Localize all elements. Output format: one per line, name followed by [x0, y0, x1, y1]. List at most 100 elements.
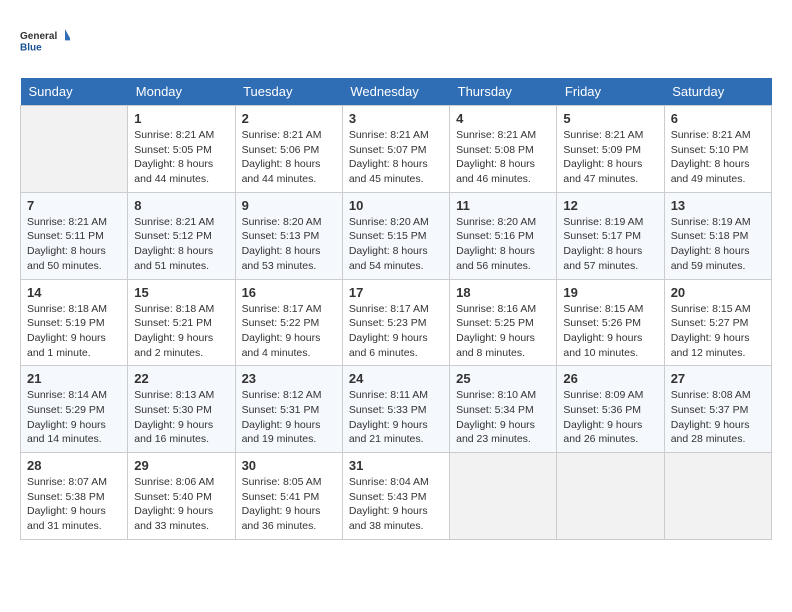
day-number: 28: [27, 458, 121, 473]
calendar-cell: [450, 453, 557, 540]
day-detail: Sunrise: 8:21 AMSunset: 5:08 PMDaylight:…: [456, 128, 550, 187]
day-number: 22: [134, 371, 228, 386]
calendar-cell: 4 Sunrise: 8:21 AMSunset: 5:08 PMDaylight…: [450, 106, 557, 193]
calendar-cell: [557, 453, 664, 540]
week-row-3: 14Sunrise: 8:18 AMSunset: 5:19 PMDayligh…: [21, 279, 772, 366]
calendar-cell: 11 Sunrise: 8:20 AMSunset: 5:16 PMDayligh…: [450, 192, 557, 279]
calendar-cell: 2 Sunrise: 8:21 AMSunset: 5:06 PMDaylight…: [235, 106, 342, 193]
calendar-cell: 15 Sunrise: 8:18 AMSunset: 5:21 PMDayligh…: [128, 279, 235, 366]
day-number: 21: [27, 371, 121, 386]
calendar-cell: 21 Sunrise: 8:14 AMSunset: 5:29 PMDayligh…: [21, 366, 128, 453]
day-detail: Sunrise: 8:08 AMSunset: 5:37 PMDaylight:…: [671, 388, 765, 447]
day-detail: Sunrise: 8:21 AMSunset: 5:06 PMDaylight:…: [242, 128, 336, 187]
header-friday: Friday: [557, 78, 664, 106]
calendar-cell: 8 Sunrise: 8:21 AMSunset: 5:12 PMDaylight…: [128, 192, 235, 279]
calendar-cell: 12 Sunrise: 8:19 AMSunset: 5:17 PMDayligh…: [557, 192, 664, 279]
day-number: 31: [349, 458, 443, 473]
header-row: SundayMondayTuesdayWednesdayThursdayFrid…: [21, 78, 772, 106]
calendar-cell: 19 Sunrise: 8:15 AMSunset: 5:26 PMDayligh…: [557, 279, 664, 366]
day-detail: Sunrise: 8:07 AMSunset: 5:38 PMDaylight:…: [27, 475, 121, 534]
calendar-cell: 27Sunrise: 8:08 AMSunset: 5:37 PMDayligh…: [664, 366, 771, 453]
day-number: 25: [456, 371, 550, 386]
day-detail: Sunrise: 8:04 AMSunset: 5:43 PMDaylight:…: [349, 475, 443, 534]
day-detail: Sunrise: 8:18 AMSunset: 5:21 PMDaylight:…: [134, 302, 228, 361]
calendar-cell: 29 Sunrise: 8:06 AMSunset: 5:40 PMDayligh…: [128, 453, 235, 540]
day-number: 15: [134, 285, 228, 300]
day-detail: Sunrise: 8:17 AMSunset: 5:22 PMDaylight:…: [242, 302, 336, 361]
calendar-cell: 16Sunrise: 8:17 AMSunset: 5:22 PMDayligh…: [235, 279, 342, 366]
page-header: General Blue: [20, 20, 772, 62]
week-row-4: 21 Sunrise: 8:14 AMSunset: 5:29 PMDayligh…: [21, 366, 772, 453]
calendar-cell: 23 Sunrise: 8:12 AMSunset: 5:31 PMDayligh…: [235, 366, 342, 453]
calendar-header: SundayMondayTuesdayWednesdayThursdayFrid…: [21, 78, 772, 106]
header-saturday: Saturday: [664, 78, 771, 106]
day-detail: Sunrise: 8:10 AMSunset: 5:34 PMDaylight:…: [456, 388, 550, 447]
week-row-2: 7Sunrise: 8:21 AMSunset: 5:11 PMDaylight…: [21, 192, 772, 279]
day-number: 4: [456, 111, 550, 126]
header-monday: Monday: [128, 78, 235, 106]
day-number: 30: [242, 458, 336, 473]
day-detail: Sunrise: 8:21 AMSunset: 5:09 PMDaylight:…: [563, 128, 657, 187]
calendar-table: SundayMondayTuesdayWednesdayThursdayFrid…: [20, 78, 772, 540]
day-number: 20: [671, 285, 765, 300]
day-detail: Sunrise: 8:11 AMSunset: 5:33 PMDaylight:…: [349, 388, 443, 447]
header-thursday: Thursday: [450, 78, 557, 106]
svg-text:General: General: [20, 31, 57, 42]
calendar-cell: 6Sunrise: 8:21 AMSunset: 5:10 PMDaylight…: [664, 106, 771, 193]
day-detail: Sunrise: 8:21 AMSunset: 5:05 PMDaylight:…: [134, 128, 228, 187]
week-row-1: 1 Sunrise: 8:21 AMSunset: 5:05 PMDaylight…: [21, 106, 772, 193]
header-tuesday: Tuesday: [235, 78, 342, 106]
header-wednesday: Wednesday: [342, 78, 449, 106]
calendar-body: 1 Sunrise: 8:21 AMSunset: 5:05 PMDaylight…: [21, 106, 772, 540]
day-detail: Sunrise: 8:19 AMSunset: 5:17 PMDaylight:…: [563, 215, 657, 274]
calendar-cell: [21, 106, 128, 193]
day-number: 9: [242, 198, 336, 213]
calendar-cell: 14Sunrise: 8:18 AMSunset: 5:19 PMDayligh…: [21, 279, 128, 366]
day-number: 18: [456, 285, 550, 300]
day-number: 6: [671, 111, 765, 126]
day-detail: Sunrise: 8:20 AMSunset: 5:16 PMDaylight:…: [456, 215, 550, 274]
day-number: 17: [349, 285, 443, 300]
day-detail: Sunrise: 8:12 AMSunset: 5:31 PMDaylight:…: [242, 388, 336, 447]
day-detail: Sunrise: 8:14 AMSunset: 5:29 PMDaylight:…: [27, 388, 121, 447]
day-number: 23: [242, 371, 336, 386]
day-detail: Sunrise: 8:21 AMSunset: 5:07 PMDaylight:…: [349, 128, 443, 187]
day-number: 13: [671, 198, 765, 213]
day-number: 5: [563, 111, 657, 126]
calendar-cell: 20 Sunrise: 8:15 AMSunset: 5:27 PMDayligh…: [664, 279, 771, 366]
day-detail: Sunrise: 8:21 AMSunset: 5:11 PMDaylight:…: [27, 215, 121, 274]
day-detail: Sunrise: 8:21 AMSunset: 5:12 PMDaylight:…: [134, 215, 228, 274]
calendar-cell: 26Sunrise: 8:09 AMSunset: 5:36 PMDayligh…: [557, 366, 664, 453]
day-detail: Sunrise: 8:06 AMSunset: 5:40 PMDaylight:…: [134, 475, 228, 534]
calendar-cell: 1 Sunrise: 8:21 AMSunset: 5:05 PMDaylight…: [128, 106, 235, 193]
day-detail: Sunrise: 8:09 AMSunset: 5:36 PMDaylight:…: [563, 388, 657, 447]
calendar-cell: 31 Sunrise: 8:04 AMSunset: 5:43 PMDayligh…: [342, 453, 449, 540]
day-detail: Sunrise: 8:15 AMSunset: 5:26 PMDaylight:…: [563, 302, 657, 361]
day-number: 29: [134, 458, 228, 473]
calendar-cell: 24Sunrise: 8:11 AMSunset: 5:33 PMDayligh…: [342, 366, 449, 453]
logo: General Blue: [20, 20, 70, 62]
calendar-cell: 5 Sunrise: 8:21 AMSunset: 5:09 PMDaylight…: [557, 106, 664, 193]
day-number: 2: [242, 111, 336, 126]
day-number: 8: [134, 198, 228, 213]
day-number: 14: [27, 285, 121, 300]
day-number: 12: [563, 198, 657, 213]
day-detail: Sunrise: 8:05 AMSunset: 5:41 PMDaylight:…: [242, 475, 336, 534]
calendar-cell: 25 Sunrise: 8:10 AMSunset: 5:34 PMDayligh…: [450, 366, 557, 453]
day-detail: Sunrise: 8:20 AMSunset: 5:13 PMDaylight:…: [242, 215, 336, 274]
calendar-cell: 30 Sunrise: 8:05 AMSunset: 5:41 PMDayligh…: [235, 453, 342, 540]
week-row-5: 28 Sunrise: 8:07 AMSunset: 5:38 PMDayligh…: [21, 453, 772, 540]
day-number: 1: [134, 111, 228, 126]
day-detail: Sunrise: 8:16 AMSunset: 5:25 PMDaylight:…: [456, 302, 550, 361]
calendar-cell: 9 Sunrise: 8:20 AMSunset: 5:13 PMDaylight…: [235, 192, 342, 279]
day-number: 11: [456, 198, 550, 213]
day-detail: Sunrise: 8:19 AMSunset: 5:18 PMDaylight:…: [671, 215, 765, 274]
day-detail: Sunrise: 8:17 AMSunset: 5:23 PMDaylight:…: [349, 302, 443, 361]
day-number: 3: [349, 111, 443, 126]
calendar-cell: 22Sunrise: 8:13 AMSunset: 5:30 PMDayligh…: [128, 366, 235, 453]
calendar-cell: 18 Sunrise: 8:16 AMSunset: 5:25 PMDayligh…: [450, 279, 557, 366]
svg-text:Blue: Blue: [20, 42, 42, 53]
calendar-cell: 10Sunrise: 8:20 AMSunset: 5:15 PMDayligh…: [342, 192, 449, 279]
day-number: 19: [563, 285, 657, 300]
day-detail: Sunrise: 8:15 AMSunset: 5:27 PMDaylight:…: [671, 302, 765, 361]
